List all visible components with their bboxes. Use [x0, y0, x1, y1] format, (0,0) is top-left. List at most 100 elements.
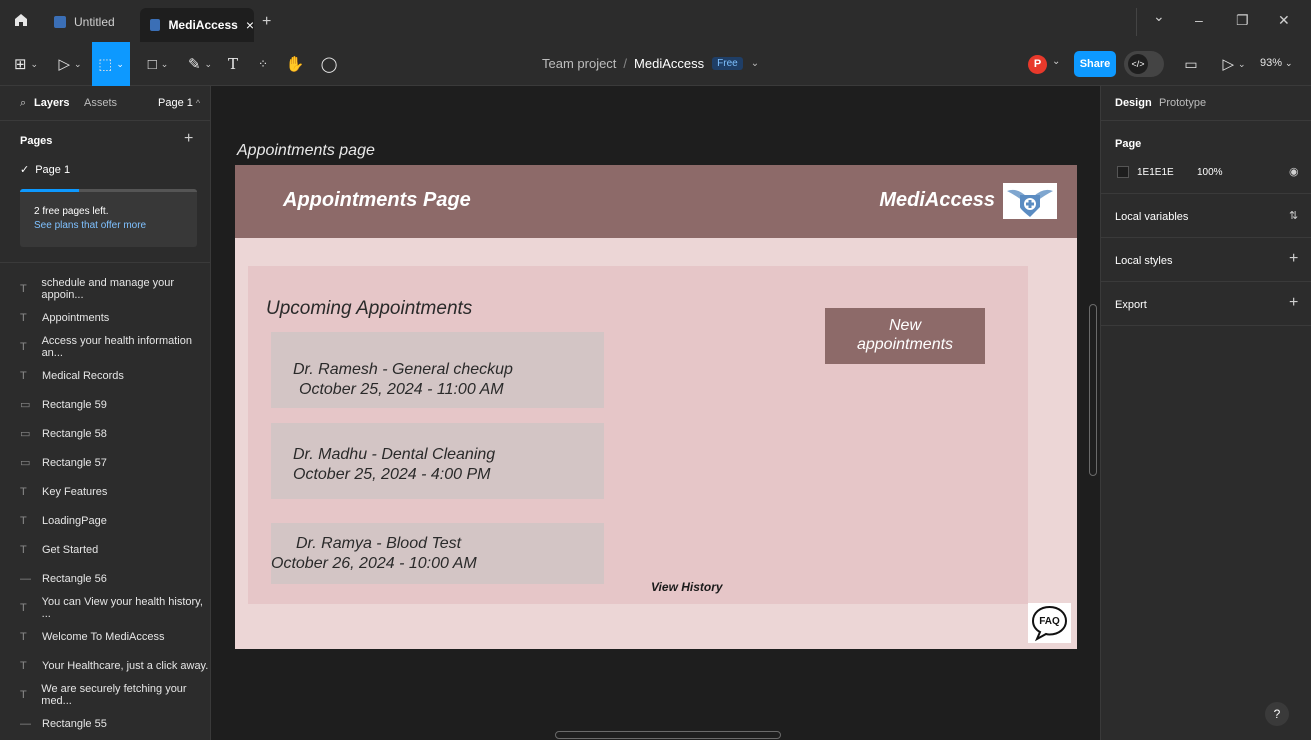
- vertical-scrollbar[interactable]: [1089, 304, 1097, 476]
- restore-button[interactable]: ❐: [1236, 12, 1249, 29]
- layer-item[interactable]: T You can View your health history, ...: [0, 593, 211, 622]
- layer-item[interactable]: Tschedule and manage your appoin...: [0, 274, 211, 303]
- present-button[interactable]: ▷ ⌄: [1220, 42, 1248, 86]
- new-tab-button[interactable]: +: [262, 8, 282, 36]
- layer-item[interactable]: T We are securely fetching your med...: [0, 680, 211, 709]
- view-history-link[interactable]: View History: [651, 580, 723, 594]
- faq-button[interactable]: FAQ: [1028, 603, 1071, 643]
- appointment-card[interactable]: Dr. Ramya - Blood Test October 26, 2024 …: [271, 523, 604, 584]
- search-icon[interactable]: ⌕: [20, 97, 26, 110]
- upcoming-appointments-panel: Upcoming Appointments Dr. Ramesh - Gener…: [248, 266, 1028, 604]
- appointment-card[interactable]: Dr. Ramesh - General checkup October 25,…: [271, 332, 604, 408]
- layer-item[interactable]: T Access your health information an...: [0, 332, 211, 361]
- layer-label: Rectangle 59: [42, 398, 107, 411]
- frame-tool-button[interactable]: ⬚ ⌄: [92, 42, 130, 86]
- add-style-button[interactable]: +: [1289, 250, 1298, 268]
- text-layer-icon: T: [20, 485, 27, 498]
- rectangle-layer-icon: ▭: [20, 428, 31, 440]
- minimize-button[interactable]: –: [1195, 12, 1203, 28]
- layer-item[interactable]: T Appointments: [0, 303, 211, 332]
- book-icon: ▭: [1184, 55, 1198, 72]
- avatar[interactable]: P: [1028, 55, 1047, 74]
- window-divider: [1136, 8, 1137, 36]
- page-color-swatch[interactable]: [1117, 166, 1129, 178]
- text-layer-icon: T: [20, 282, 27, 295]
- zoom-control[interactable]: 93% ⌄: [1260, 57, 1293, 69]
- layer-item[interactable]: T Your Healthcare, just a click away.: [0, 651, 211, 680]
- breadcrumb[interactable]: Team project / MediAccess Free ⌄: [542, 56, 759, 71]
- comment-tool-button[interactable]: ◯: [318, 42, 340, 86]
- help-button[interactable]: ?: [1265, 702, 1289, 726]
- chevron-down-icon[interactable]: ⌄: [751, 58, 759, 69]
- tab-prototype[interactable]: Prototype: [1159, 97, 1206, 109]
- layer-item[interactable]: ▭ Rectangle 58: [0, 419, 211, 448]
- layer-item[interactable]: ▭ Rectangle 57: [0, 448, 211, 477]
- text-layer-icon: T: [20, 688, 27, 701]
- variables-icon[interactable]: ⇅: [1289, 209, 1298, 222]
- line-layer-icon: —: [20, 717, 31, 730]
- new-appointments-button[interactable]: New appointments: [825, 308, 985, 364]
- layer-item[interactable]: T Welcome To MediAccess: [0, 622, 211, 651]
- tab-mediaccess[interactable]: MediAccess ×: [140, 8, 254, 42]
- hand-icon: ✋: [285, 56, 305, 73]
- layer-item[interactable]: ▭ Rectangle 59: [0, 390, 211, 419]
- pages-heading: Pages: [20, 135, 53, 147]
- layer-label: You can View your health history, ...: [41, 595, 203, 620]
- chevron-down-icon[interactable]: ⌄: [1153, 8, 1165, 25]
- layer-label: Rectangle 58: [42, 427, 107, 440]
- upcoming-title: Upcoming Appointments: [266, 298, 473, 319]
- layer-item[interactable]: — Rectangle 56: [0, 564, 211, 593]
- file-icon: [54, 16, 66, 28]
- tab-layers[interactable]: Layers: [34, 97, 69, 109]
- page-opacity-value[interactable]: 100%: [1197, 167, 1223, 178]
- page-selector[interactable]: Page 1 ^: [158, 97, 200, 109]
- chevron-up-icon: ^: [195, 98, 201, 108]
- layer-label: Welcome To MediAccess: [42, 630, 165, 643]
- tab-assets[interactable]: Assets: [84, 97, 117, 109]
- see-plans-link[interactable]: See plans that offer more: [34, 220, 146, 231]
- appointment-datetime: October 25, 2024 - 4:00 PM: [293, 466, 491, 483]
- eye-icon[interactable]: ◉: [1289, 165, 1299, 178]
- appointment-datetime: October 26, 2024 - 10:00 AM: [271, 555, 477, 572]
- rectangle-layer-icon: ▭: [20, 399, 31, 411]
- share-button[interactable]: Share: [1074, 51, 1116, 77]
- appointments-frame[interactable]: Appointments Page MediAccess Upcoming Ap…: [235, 165, 1077, 649]
- chevron-down-icon: ⌄: [1238, 58, 1246, 69]
- text-layer-icon: T: [20, 369, 27, 382]
- chevron-down-icon[interactable]: ⌄: [1052, 56, 1060, 67]
- layer-item[interactable]: T Medical Records: [0, 361, 211, 390]
- local-variables-label: Local variables: [1115, 211, 1189, 223]
- add-page-button[interactable]: +: [184, 130, 193, 148]
- main-menu-button[interactable]: ⊞ ⌄: [6, 42, 46, 86]
- resources-button[interactable]: ⁘: [252, 42, 274, 86]
- hand-tool-button[interactable]: ✋: [284, 42, 306, 86]
- avatar-initial: P: [1033, 58, 1042, 70]
- dev-mode-toggle[interactable]: </>: [1124, 51, 1164, 77]
- close-tab-icon[interactable]: ×: [246, 17, 254, 33]
- layer-item[interactable]: T LoadingPage: [0, 506, 211, 535]
- horizontal-scrollbar[interactable]: [555, 731, 781, 739]
- tab-design[interactable]: Design: [1115, 97, 1152, 109]
- pen-tool-button[interactable]: ✎ ⌄: [180, 42, 220, 86]
- layer-item[interactable]: T Get Started: [0, 535, 211, 564]
- appointment-card[interactable]: Dr. Madhu - Dental Cleaning October 25, …: [271, 423, 604, 499]
- frame-label[interactable]: Appointments page: [237, 142, 375, 160]
- shape-tool-button[interactable]: □ ⌄: [138, 42, 178, 86]
- layer-label: Rectangle 55: [42, 717, 107, 730]
- resources-icon: ⁘: [257, 57, 269, 71]
- tab-untitled[interactable]: Untitled: [42, 8, 134, 36]
- library-button[interactable]: ▭: [1180, 42, 1202, 86]
- add-export-button[interactable]: +: [1289, 294, 1298, 312]
- page-color-value[interactable]: 1E1E1E: [1137, 167, 1174, 178]
- move-tool-button[interactable]: ▷ ⌄: [50, 42, 90, 86]
- breadcrumb-team[interactable]: Team project: [542, 56, 616, 71]
- text-tool-button[interactable]: T: [222, 42, 244, 86]
- home-icon[interactable]: [14, 13, 30, 29]
- chevron-down-icon: ⌄: [30, 58, 39, 69]
- layers-panel: ⌕ Layers Assets Page 1 ^ Pages + ✓ Page 1 …: [0, 86, 211, 740]
- layer-item[interactable]: — Rectangle 55: [0, 709, 211, 738]
- breadcrumb-file[interactable]: MediAccess: [634, 56, 704, 71]
- page-item-page-1[interactable]: ✓ Page 1: [20, 163, 70, 176]
- close-window-button[interactable]: ✕: [1278, 12, 1290, 29]
- layer-item[interactable]: T Key Features: [0, 477, 211, 506]
